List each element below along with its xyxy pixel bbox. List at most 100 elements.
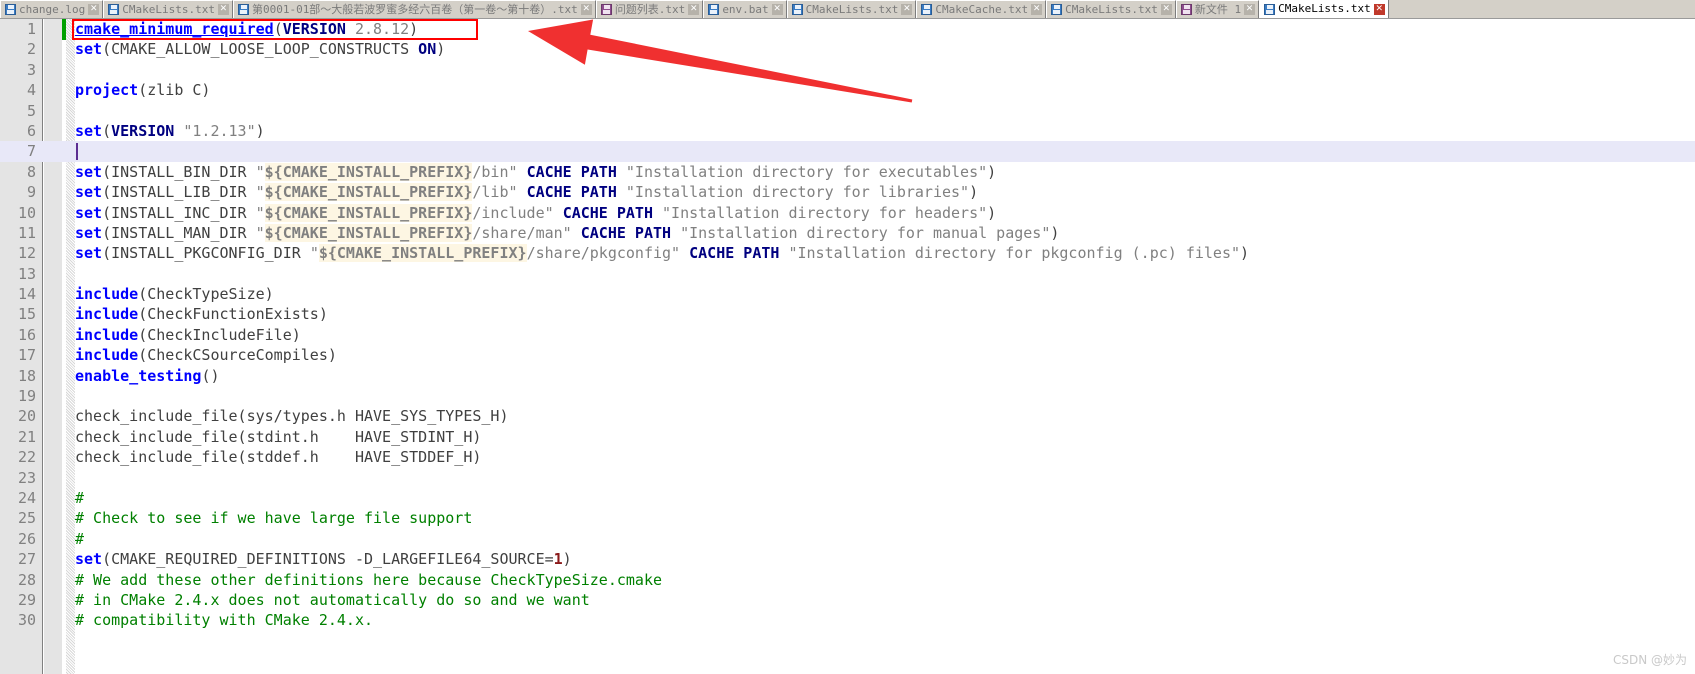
code-token-plain: )	[436, 40, 446, 59]
code-token-str: /include"	[472, 203, 554, 222]
code-token-kw: set	[75, 203, 103, 222]
code-token-plain: (INSTALL_MAN_DIR	[102, 223, 256, 242]
document-tab-label: CMakeLists.txt	[122, 2, 215, 16]
code-line[interactable]: 6 set(VERSION "1.2.13")	[0, 121, 1695, 141]
code-token-str: "Installation directory for pkgconfig (.…	[788, 244, 1241, 263]
code-token-str: "Installation directory for libraries"	[625, 183, 970, 202]
line-number: 11	[17, 223, 36, 242]
code-line[interactable]: 27 set(CMAKE_REQUIRED_DEFINITIONS -D_LARG…	[0, 549, 1695, 569]
line-number: 28	[17, 570, 36, 589]
code-line[interactable]: 2 set(CMAKE_ALLOW_LOOSE_LOOP_CONSTRUCTS O…	[0, 39, 1695, 59]
document-tab[interactable]: env.bat ✕	[703, 0, 787, 18]
code-token-kw: set	[75, 121, 103, 140]
close-icon[interactable]: ✕	[1244, 4, 1256, 15]
code-token-var: ${CMAKE_INSTALL_PREFIX}	[264, 183, 473, 202]
code-token-cmt: # Check to see if we have large file sup…	[75, 509, 473, 528]
close-icon[interactable]: ✕	[580, 4, 592, 15]
code-token-prop: ON	[418, 40, 437, 59]
code-token-str: "	[255, 162, 265, 181]
code-text-area[interactable]: 1 cmake_minimum_required(VERSION 2.8.12) 2…	[0, 19, 1695, 674]
code-line[interactable]: 12 set(INSTALL_PKGCONFIG_DIR "${CMAKE_INS…	[0, 243, 1695, 263]
code-line[interactable]: 13	[0, 264, 1695, 284]
code-line[interactable]: 20 check_include_file(sys/types.h HAVE_SY…	[0, 406, 1695, 426]
code-line-text: cmake_minimum_required(VERSION 2.8.12)	[75, 19, 418, 39]
code-token-plain: )	[987, 162, 997, 181]
document-tab[interactable]: CMakeLists.txt ✕	[1046, 0, 1176, 18]
code-token-kw: include	[75, 346, 139, 365]
line-number: 7	[26, 142, 36, 161]
code-line[interactable]: 28 # We add these other definitions here …	[0, 570, 1695, 590]
line-number: 27	[17, 550, 36, 569]
close-icon[interactable]: ✕	[88, 4, 100, 15]
code-token-prop: CACHE PATH	[526, 183, 617, 202]
document-tab-label: change.log	[19, 2, 86, 16]
code-token-plain: (CMAKE_ALLOW_LOOSE_LOOP_CONSTRUCTS	[102, 40, 419, 59]
code-line[interactable]: 15 include(CheckFunctionExists)	[0, 304, 1695, 324]
close-icon[interactable]: ✕	[901, 4, 913, 15]
code-line[interactable]: 5	[0, 101, 1695, 121]
close-icon[interactable]: ✕	[771, 4, 783, 15]
floppy-disk-icon	[1180, 4, 1192, 15]
code-token-cmt: #	[75, 529, 85, 548]
code-line[interactable]: 7	[0, 141, 1695, 162]
code-line[interactable]: 24 #	[0, 488, 1695, 508]
code-line-text: set(INSTALL_BIN_DIR "${CMAKE_INSTALL_PRE…	[75, 162, 996, 182]
code-line[interactable]: 22 check_include_file(stddef.h HAVE_STDDE…	[0, 447, 1695, 467]
code-token-plain: check_include_file(stddef.h HAVE_STDDEF_…	[75, 448, 482, 467]
code-token-plain: )	[1240, 244, 1250, 263]
code-token-plain: ()	[201, 366, 220, 385]
floppy-disk-icon	[5, 4, 16, 15]
close-icon[interactable]: ✕	[1031, 4, 1043, 15]
code-line-text: set(INSTALL_MAN_DIR "${CMAKE_INSTALL_PRE…	[75, 223, 1059, 243]
code-line[interactable]: 1 cmake_minimum_required(VERSION 2.8.12)	[0, 19, 1695, 39]
document-tab-bar[interactable]: change.log ✕ CMakeLists.txt ✕ 第0001-01部～大般若波…	[0, 0, 1695, 19]
code-line[interactable]: 30 # compatibility with CMake 2.4.x.	[0, 610, 1695, 630]
code-line[interactable]: 18 enable_testing()	[0, 366, 1695, 386]
close-icon[interactable]: ✕	[1373, 3, 1385, 15]
code-line[interactable]: 8 set(INSTALL_BIN_DIR "${CMAKE_INSTALL_PR…	[0, 162, 1695, 182]
code-line[interactable]: 10 set(INSTALL_INC_DIR "${CMAKE_INSTALL_P…	[0, 203, 1695, 223]
code-line[interactable]: 25 # Check to see if we have large file s…	[0, 508, 1695, 528]
document-tab-label: CMakeLists.txt	[805, 2, 899, 16]
line-number: 13	[17, 264, 36, 283]
document-tab[interactable]: 新文件 1 ✕	[1175, 0, 1260, 18]
document-tab[interactable]: CMakeLists.txt ✕	[786, 0, 917, 18]
document-tab[interactable]: change.log ✕	[0, 0, 104, 18]
code-token-plain: (	[273, 20, 283, 38]
code-token-str: "	[255, 183, 265, 202]
code-token-plain: (INSTALL_LIB_DIR	[102, 183, 256, 202]
code-line[interactable]: 3	[0, 60, 1695, 80]
code-line[interactable]: 17 include(CheckCSourceCompiles)	[0, 345, 1695, 365]
line-number: 3	[26, 60, 36, 79]
csdn-watermark: CSDN @妙为	[1612, 653, 1687, 667]
code-line-text: set(CMAKE_ALLOW_LOOSE_LOOP_CONSTRUCTS ON…	[75, 39, 445, 59]
code-line[interactable]: 4 project(zlib C)	[0, 80, 1695, 100]
code-token-plain: (CheckFunctionExists)	[138, 305, 328, 324]
code-line-text: check_include_file(sys/types.h HAVE_SYS_…	[75, 406, 508, 426]
floppy-disk-icon	[600, 4, 612, 15]
document-tab[interactable]: 第0001-01部～大般若波罗蜜多经六百卷（第一卷～第十卷）.txt ✕	[232, 0, 596, 18]
close-icon[interactable]: ✕	[688, 4, 700, 15]
code-token-plain: (CheckIncludeFile)	[138, 325, 301, 344]
code-line[interactable]: 11 set(INSTALL_MAN_DIR "${CMAKE_INSTALL_P…	[0, 223, 1695, 243]
code-token-var: ${CMAKE_INSTALL_PREFIX}	[264, 223, 473, 242]
code-line[interactable]: 26 #	[0, 529, 1695, 549]
close-icon[interactable]: ✕	[1160, 4, 1172, 15]
document-tab-active[interactable]: CMakeLists.txt ✕	[1259, 0, 1389, 18]
code-line[interactable]: 19	[0, 386, 1695, 406]
code-line[interactable]: 14 include(CheckTypeSize)	[0, 284, 1695, 304]
code-token-plain: (INSTALL_PKGCONFIG_DIR	[102, 244, 310, 263]
code-line[interactable]: 29 # in CMake 2.4.x does not automaticall…	[0, 590, 1695, 610]
document-tab[interactable]: 问题列表.txt ✕	[595, 0, 704, 18]
code-line[interactable]: 23	[0, 468, 1695, 488]
code-line[interactable]: 9 set(INSTALL_LIB_DIR "${CMAKE_INSTALL_PR…	[0, 182, 1695, 202]
code-line[interactable]: 16 include(CheckIncludeFile)	[0, 325, 1695, 345]
code-line[interactable]: 21 check_include_file(stdint.h HAVE_STDIN…	[0, 427, 1695, 447]
close-icon[interactable]: ✕	[217, 4, 229, 15]
document-tab[interactable]: CMakeLists.txt ✕	[103, 0, 233, 18]
line-number: 8	[26, 162, 36, 181]
code-token-plain: check_include_file(stdint.h HAVE_STDINT_…	[75, 427, 482, 446]
document-tab[interactable]: CMakeCache.txt ✕	[916, 0, 1047, 18]
code-editor[interactable]: 1 cmake_minimum_required(VERSION 2.8.12) 2…	[0, 19, 1695, 674]
code-token-str: "Installation directory for headers"	[662, 203, 988, 222]
